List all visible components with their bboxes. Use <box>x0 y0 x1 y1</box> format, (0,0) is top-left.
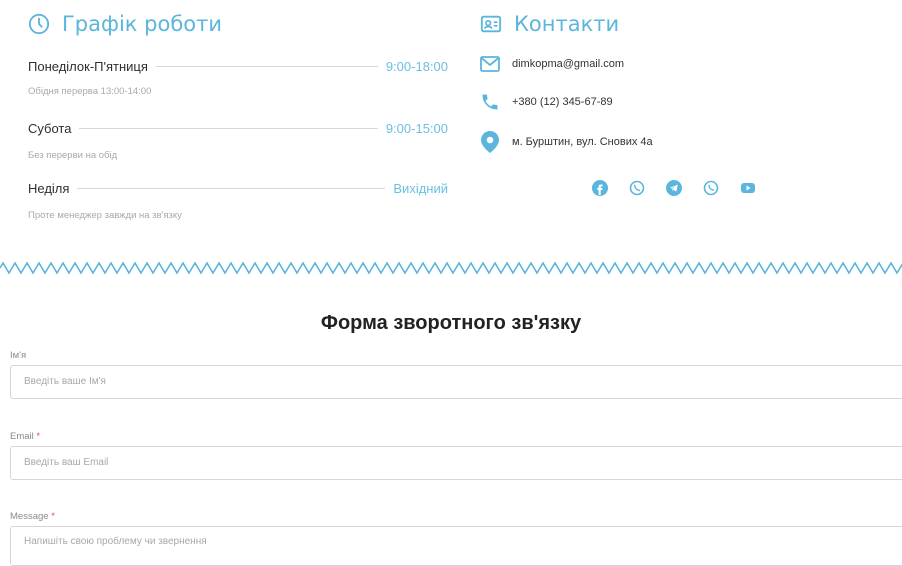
email-text: dimkopma@gmail.com <box>512 58 625 70</box>
schedule-note: Обідня перерва 13:00-14:00 <box>28 86 152 97</box>
contact-phone[interactable]: +380 (12) 345-67-89 <box>480 92 613 112</box>
contacts-title: Контакти <box>480 12 619 36</box>
viber-icon[interactable] <box>703 180 719 196</box>
schedule-day: Субота <box>28 120 72 136</box>
contact-card-icon <box>480 15 502 33</box>
schedule-time: 9:00-15:00 <box>385 120 448 136</box>
schedule-note: Проте менеджер завжди на зв'язку <box>28 210 182 221</box>
name-label-text: Ім'я <box>10 350 27 361</box>
divider <box>79 127 378 129</box>
phone-icon <box>480 92 500 112</box>
envelope-icon <box>480 54 500 74</box>
divider <box>77 187 386 189</box>
message-placeholder: Напишіть свою проблему чи звернення <box>24 536 207 547</box>
schedule-day: Неділя <box>28 180 70 196</box>
contacts-title-text: Контакти <box>514 12 620 36</box>
schedule-time: 9:00-18:00 <box>385 58 448 74</box>
facebook-icon[interactable] <box>592 180 608 196</box>
contact-address[interactable]: м. Бурштин, вул. Снових 4а <box>480 131 653 153</box>
required-mark: * <box>51 511 55 522</box>
wave-divider <box>0 261 902 275</box>
address-text: м. Бурштин, вул. Снових 4а <box>512 136 653 148</box>
message-label-text: Message <box>10 511 49 522</box>
contact-email[interactable]: dimkopma@gmail.com <box>480 54 624 74</box>
name-input[interactable]: Введіть ваше Ім'я <box>10 365 902 399</box>
schedule-note: Без перерви на обід <box>28 150 118 161</box>
form-title: Форма зворотного зв'язку <box>320 312 582 334</box>
map-pin-icon <box>480 131 500 153</box>
message-textarea[interactable]: Напишіть свою проблему чи звернення <box>10 526 902 566</box>
email-input[interactable]: Введіть ваш Email <box>10 446 902 480</box>
schedule-row-weekdays: Понеділок-П'ятниця 9:00-18:00 <box>28 56 448 76</box>
email-label: Email * <box>10 431 40 442</box>
email-placeholder: Введіть ваш Email <box>24 457 109 468</box>
phone-text: +380 (12) 345-67-89 <box>512 96 613 108</box>
divider <box>155 65 378 67</box>
schedule-title: Графік роботи <box>28 12 222 36</box>
schedule-row-saturday: Субота 9:00-15:00 <box>28 118 448 138</box>
name-placeholder: Введіть ваше Ім'я <box>24 376 106 387</box>
message-label: Message * <box>10 511 55 522</box>
schedule-time: Вихідний <box>393 180 448 196</box>
clock-icon <box>28 13 50 35</box>
social-links <box>592 180 756 196</box>
name-label: Ім'я <box>10 350 26 361</box>
schedule-title-text: Графік роботи <box>62 12 223 36</box>
required-mark: * <box>36 431 41 442</box>
telegram-icon[interactable] <box>666 180 682 196</box>
schedule-day: Понеділок-П'ятниця <box>28 58 148 74</box>
email-label-text: Email <box>10 431 34 442</box>
schedule-row-sunday: Неділя Вихідний <box>28 178 448 198</box>
whatsapp-icon[interactable] <box>629 180 645 196</box>
youtube-icon[interactable] <box>740 180 756 196</box>
